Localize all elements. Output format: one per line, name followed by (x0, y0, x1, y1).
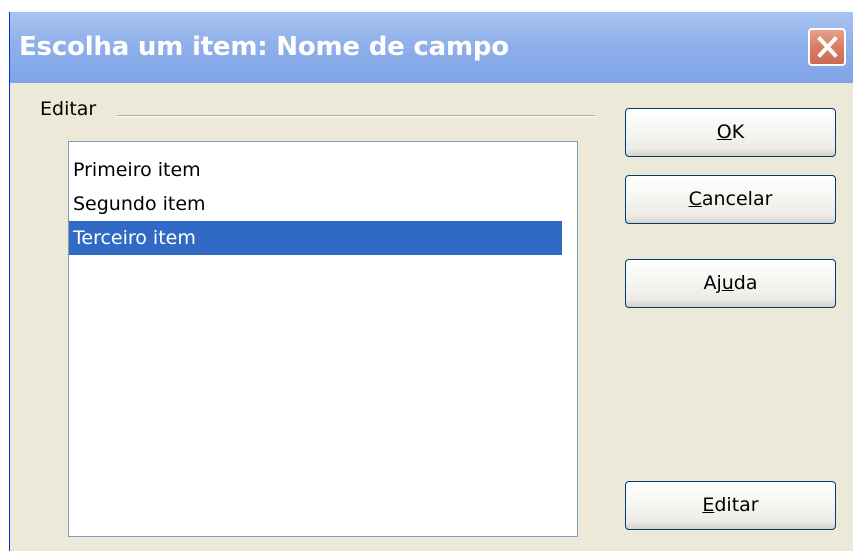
ok-button-label-post: K (731, 121, 745, 143)
list-item-selected[interactable]: Terceiro item (69, 221, 562, 255)
title-bar[interactable]: Escolha um item: Nome de campo (10, 12, 853, 83)
edit-button-accelerator: E (702, 494, 715, 516)
help-button-label-post: da (733, 272, 758, 294)
window-title: Escolha um item: Nome de campo (19, 32, 509, 62)
help-button-label-pre: Aj (703, 272, 722, 294)
edit-button[interactable]: Editar (625, 481, 836, 530)
group-label-editar: Editar (40, 98, 97, 120)
cancel-button-accelerator: C (688, 188, 702, 210)
close-icon (817, 36, 838, 58)
list-item[interactable]: Segundo item (69, 187, 562, 221)
items-listbox[interactable]: Primeiro item Segundo item Terceiro item (68, 141, 578, 537)
close-button[interactable] (808, 28, 846, 66)
cancel-button-label-post: ancelar (701, 188, 773, 210)
list-item[interactable]: Primeiro item (69, 153, 562, 187)
edit-button-label-post: ditar (714, 494, 759, 516)
group-divider (117, 115, 595, 117)
ok-button[interactable]: OK (625, 108, 836, 157)
help-button[interactable]: Ajuda (625, 259, 836, 308)
ok-button-accelerator: O (716, 121, 732, 143)
cancel-button[interactable]: Cancelar (625, 175, 836, 224)
help-button-accelerator: u (721, 272, 734, 294)
dialog-window: Escolha um item: Nome de campo Editar Pr… (9, 12, 853, 551)
